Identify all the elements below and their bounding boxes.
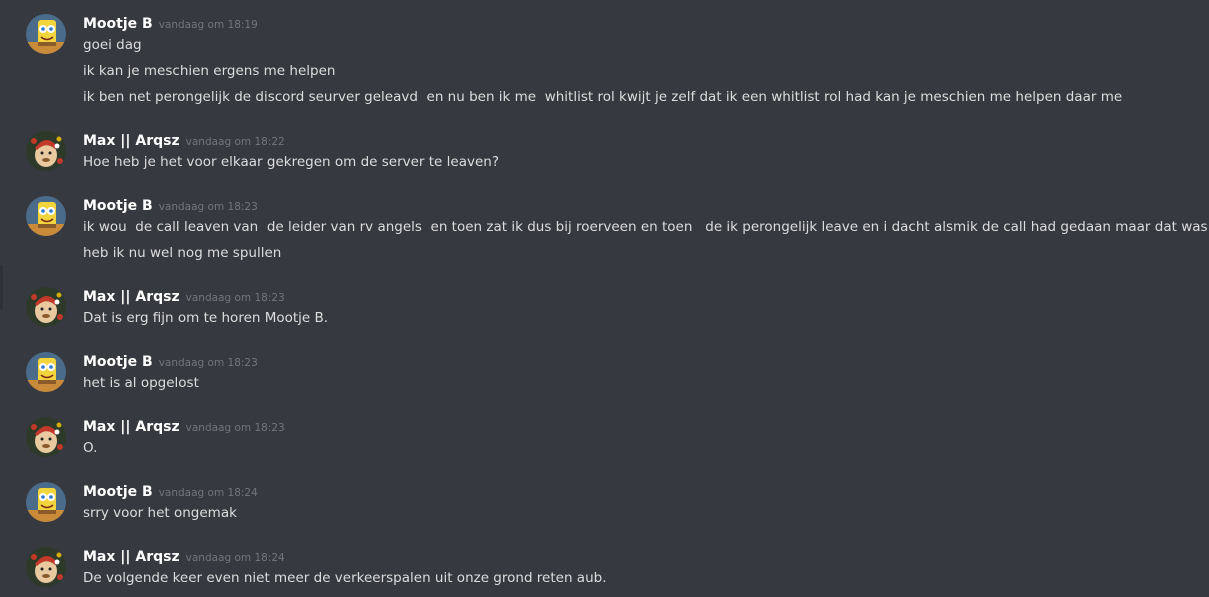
scroll-indicator[interactable]: [0, 265, 3, 310]
message-text: goei dag: [83, 37, 142, 53]
timestamp: vandaag om 18:23: [185, 422, 285, 434]
spongebob-avatar-icon[interactable]: [26, 352, 66, 392]
message-text: De volgende keer even niet meer de verke…: [83, 570, 607, 586]
christmas-character-avatar-icon[interactable]: [26, 417, 66, 457]
message-header: Max || Arqsz vandaag om 18:23: [83, 286, 285, 306]
message-text: ik kan je meschien ergens me helpen: [83, 63, 336, 79]
username[interactable]: Mootje B: [83, 484, 153, 500]
message-header: Mootje B vandaag om 18:23: [83, 195, 258, 215]
message-header: Mootje B vandaag om 18:24: [83, 481, 258, 501]
timestamp: vandaag om 18:19: [158, 19, 258, 31]
spongebob-avatar-icon[interactable]: [26, 482, 66, 522]
username[interactable]: Mootje B: [83, 354, 153, 370]
username[interactable]: Mootje B: [83, 16, 153, 32]
timestamp: vandaag om 18:23: [158, 201, 258, 213]
timestamp: vandaag om 18:23: [185, 292, 285, 304]
username[interactable]: Max || Arqsz: [83, 549, 180, 565]
timestamp: vandaag om 18:22: [185, 136, 285, 148]
message-text: ik wou de call leaven van de leider van …: [83, 219, 1209, 235]
timestamp: vandaag om 18:23: [158, 357, 258, 369]
christmas-character-avatar-icon[interactable]: [26, 287, 66, 327]
message-header: Max || Arqsz vandaag om 18:24: [83, 546, 285, 566]
message-header: Mootje B vandaag om 18:23: [83, 351, 258, 371]
username[interactable]: Mootje B: [83, 198, 153, 214]
spongebob-avatar-icon[interactable]: [26, 196, 66, 236]
message-header: Max || Arqsz vandaag om 18:23: [83, 416, 285, 436]
christmas-character-avatar-icon[interactable]: [26, 131, 66, 171]
message-text: ik ben net perongelijk de discord seurve…: [83, 89, 1123, 105]
message-text: Dat is erg fijn om te horen Mootje B.: [83, 310, 329, 326]
username[interactable]: Max || Arqsz: [83, 133, 180, 149]
chat-message-list: Mootje B vandaag om 18:19 goei dag ik kan…: [0, 0, 1209, 597]
message-text: srry voor het ongemak: [83, 505, 237, 521]
timestamp: vandaag om 18:24: [185, 552, 285, 564]
message-text: heb ik nu wel nog me spullen: [83, 245, 282, 261]
message-text: het is al opgelost: [83, 375, 199, 391]
christmas-character-avatar-icon[interactable]: [26, 547, 66, 587]
message-header: Mootje B vandaag om 18:19: [83, 13, 258, 33]
spongebob-avatar-icon[interactable]: [26, 14, 66, 54]
message-header: Max || Arqsz vandaag om 18:22: [83, 130, 285, 150]
timestamp: vandaag om 18:24: [158, 487, 258, 499]
username[interactable]: Max || Arqsz: [83, 289, 180, 305]
username[interactable]: Max || Arqsz: [83, 419, 180, 435]
message-text: Hoe heb je het voor elkaar gekregen om d…: [83, 154, 500, 170]
message-text: O.: [83, 440, 98, 456]
